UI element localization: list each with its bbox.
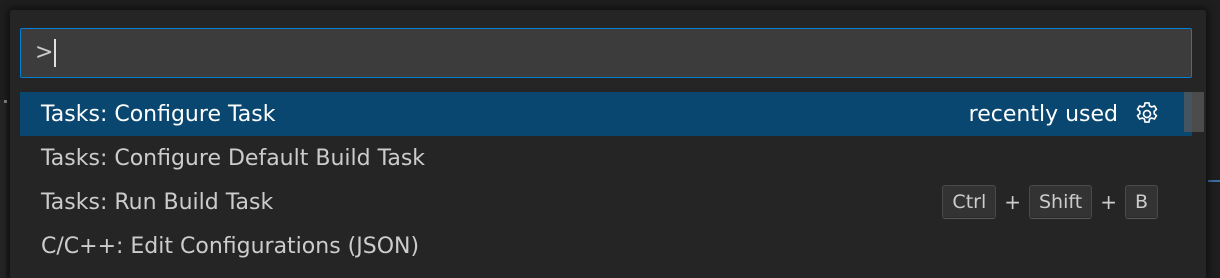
command-item-label: Tasks: Configure Default Build Task <box>41 145 426 171</box>
command-item-label: Tasks: Run Build Task <box>41 189 274 215</box>
keybinding-key-shift: Shift <box>1029 185 1093 219</box>
command-item-run-build-task[interactable]: Tasks: Run Build Task Ctrl + Shift + B <box>20 180 1192 224</box>
command-item-edit-configurations-json[interactable]: C/C++: Edit Configurations (JSON) <box>20 224 1192 268</box>
editor-backdrop-accent <box>1208 180 1220 182</box>
keybinding-key-ctrl: Ctrl <box>942 185 997 219</box>
keybinding: Ctrl + Shift + B <box>942 185 1158 219</box>
gear-icon[interactable] <box>1132 99 1162 129</box>
command-palette: > Tasks: Configure Task recently used Ta… <box>10 10 1206 278</box>
recently-used-label: recently used <box>968 101 1118 127</box>
command-item-label: Tasks: Configure Task <box>41 101 276 127</box>
keybinding-separator: + <box>1004 190 1021 214</box>
command-results-list: Tasks: Configure Task recently used Task… <box>20 92 1192 278</box>
keybinding-container: Ctrl + Shift + B <box>942 180 1192 224</box>
command-palette-input[interactable]: > <box>20 28 1192 78</box>
command-item-label: C/C++: Edit Configurations (JSON) <box>41 233 420 259</box>
results-scrollbar[interactable] <box>1184 92 1204 132</box>
editor-backdrop-mark <box>4 100 7 103</box>
command-item-meta: recently used <box>969 92 1192 136</box>
command-item-configure-default-build-task[interactable]: Tasks: Configure Default Build Task <box>20 136 1192 180</box>
command-palette-input-text[interactable]: > <box>35 39 53 67</box>
editor-left-edge <box>0 100 6 278</box>
text-caret <box>54 39 57 67</box>
keybinding-key-b: B <box>1124 185 1158 219</box>
keybinding-separator: + <box>1100 190 1117 214</box>
command-item-configure-task[interactable]: Tasks: Configure Task recently used <box>20 92 1192 136</box>
